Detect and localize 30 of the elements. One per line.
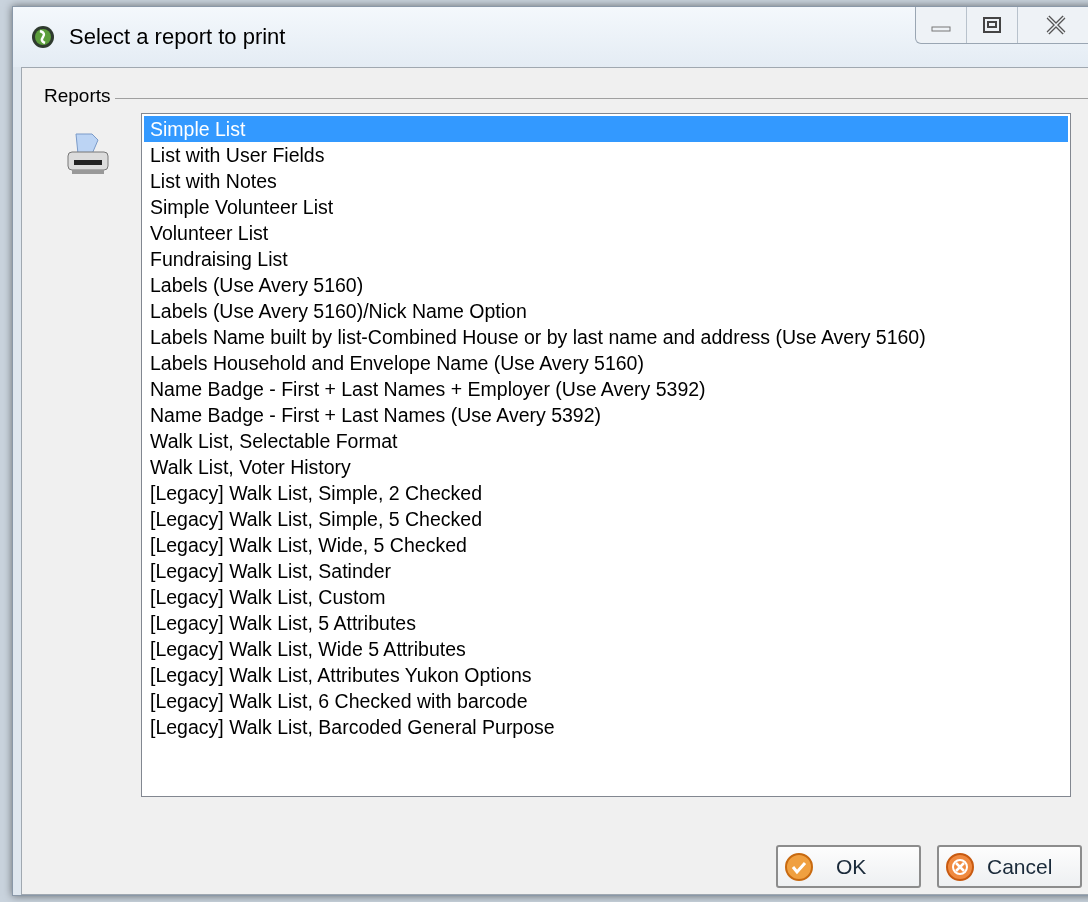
window-title: Select a report to print <box>69 24 286 50</box>
list-item[interactable]: Walk List, Voter History <box>144 454 1068 480</box>
list-item[interactable]: Fundraising List <box>144 246 1068 272</box>
list-item[interactable]: [Legacy] Walk List, Custom <box>144 584 1068 610</box>
report-list[interactable] <box>141 113 1071 797</box>
check-icon <box>784 851 814 882</box>
list-item[interactable]: Labels Name built by list-Combined House or by last name and address (Use Avery 5160) <box>144 324 1068 350</box>
app-logo-icon <box>31 25 55 49</box>
list-item[interactable]: List with User Fields <box>144 142 1068 168</box>
cancel-button[interactable]: Cancel <box>937 845 1082 888</box>
list-item[interactable]: Walk List, Selectable Format <box>144 428 1068 454</box>
list-item[interactable]: [Legacy] Walk List, 6 Checked with barcode <box>144 688 1068 714</box>
list-item[interactable]: [Legacy] Walk List, Wide 5 Attributes <box>144 636 1068 662</box>
list-item[interactable]: Volunteer List <box>144 220 1068 246</box>
list-item[interactable]: List with Notes <box>144 168 1068 194</box>
list-item[interactable]: Labels (Use Avery 5160) <box>144 272 1068 298</box>
cancel-icon <box>945 851 975 882</box>
list-item[interactable]: [Legacy] Walk List, Barcoded General Purpose <box>144 714 1068 740</box>
list-item[interactable]: [Legacy] Walk List, Simple, 5 Checked <box>144 506 1068 532</box>
list-item[interactable]: Simple Volunteer List <box>144 194 1068 220</box>
list-item[interactable]: Name Badge - First + Last Names + Employer (Use Avery 5392) <box>144 376 1068 402</box>
list-item[interactable]: [Legacy] Walk List, 5 Attributes <box>144 610 1068 636</box>
list-item[interactable]: Name Badge - First + Last Names (Use Avery 5392) <box>144 402 1068 428</box>
list-item[interactable]: [Legacy] Walk List, Simple, 2 Checked <box>144 480 1068 506</box>
list-item[interactable]: [Legacy] Walk List, Satinder <box>144 558 1068 584</box>
list-item[interactable]: [Legacy] Walk List, Attributes Yukon Options <box>144 662 1068 688</box>
ok-button[interactable]: OK <box>776 845 921 888</box>
list-item[interactable]: [Legacy] Walk List, Wide, 5 Checked <box>144 532 1068 558</box>
list-item[interactable]: Labels (Use Avery 5160)/Nick Name Option <box>144 298 1068 324</box>
list-item[interactable]: Labels Household and Envelope Name (Use Avery 5160) <box>144 350 1068 376</box>
